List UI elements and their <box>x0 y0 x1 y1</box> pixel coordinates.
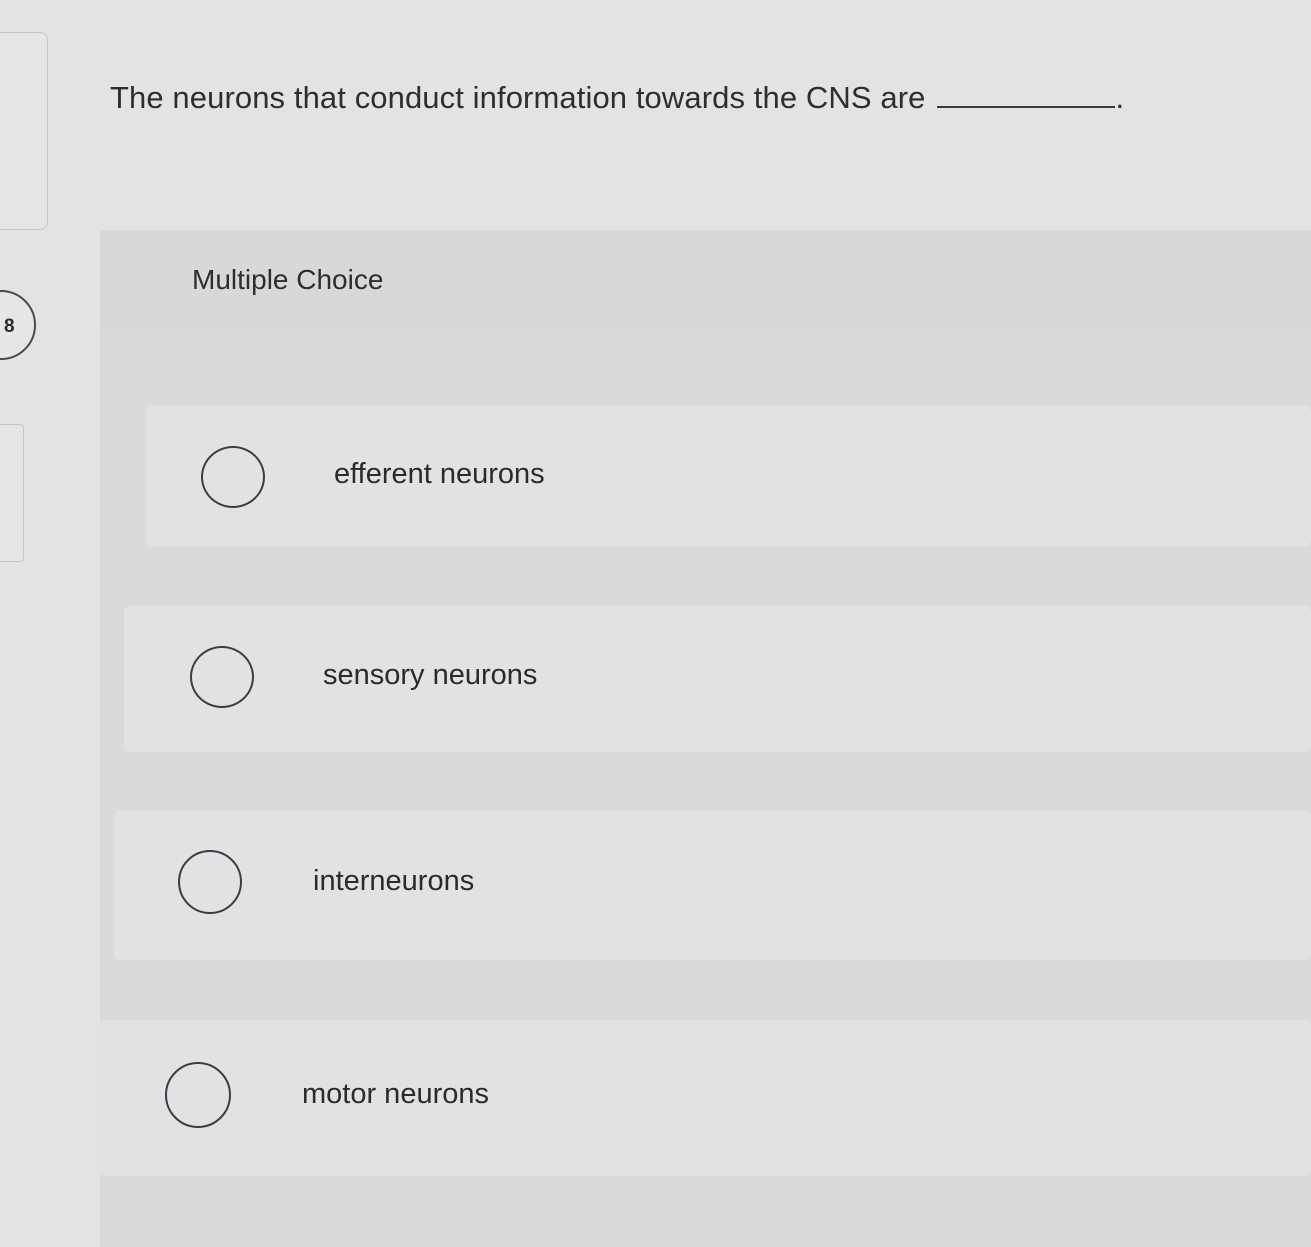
answer-option-efferent[interactable]: efferent neurons <box>146 406 1311 546</box>
question-punctuation: . <box>1115 80 1125 115</box>
question-number-badge[interactable]: 8 <box>0 290 36 360</box>
fill-in-blank <box>937 102 1116 108</box>
radio-button[interactable] <box>190 646 254 708</box>
question-prompt: The neurons that conduct information tow… <box>110 80 1124 116</box>
question-type-label: Multiple Choice <box>192 264 384 295</box>
question-number-text: 8 <box>4 316 15 337</box>
next-question-card[interactable] <box>0 424 24 562</box>
radio-button[interactable] <box>165 1062 231 1128</box>
answer-option-interneurons[interactable]: interneurons <box>114 810 1311 960</box>
option-label: interneurons <box>313 865 475 897</box>
option-label: sensory neurons <box>323 659 538 691</box>
answer-option-motor[interactable]: motor neurons <box>100 1020 1311 1176</box>
radio-button[interactable] <box>178 850 242 914</box>
option-label: motor neurons <box>302 1078 489 1110</box>
radio-button[interactable] <box>201 446 265 508</box>
answer-option-sensory[interactable]: sensory neurons <box>124 606 1311 752</box>
question-navigation-rail: 8 <box>0 0 48 1247</box>
option-label: efferent neurons <box>334 458 545 490</box>
answer-panel: Multiple Choice efferent neurons sensory… <box>100 230 1311 1247</box>
previous-question-card[interactable] <box>0 32 48 230</box>
answer-panel-header: Multiple Choice <box>100 230 1311 334</box>
question-text: The neurons that conduct information tow… <box>110 80 926 115</box>
